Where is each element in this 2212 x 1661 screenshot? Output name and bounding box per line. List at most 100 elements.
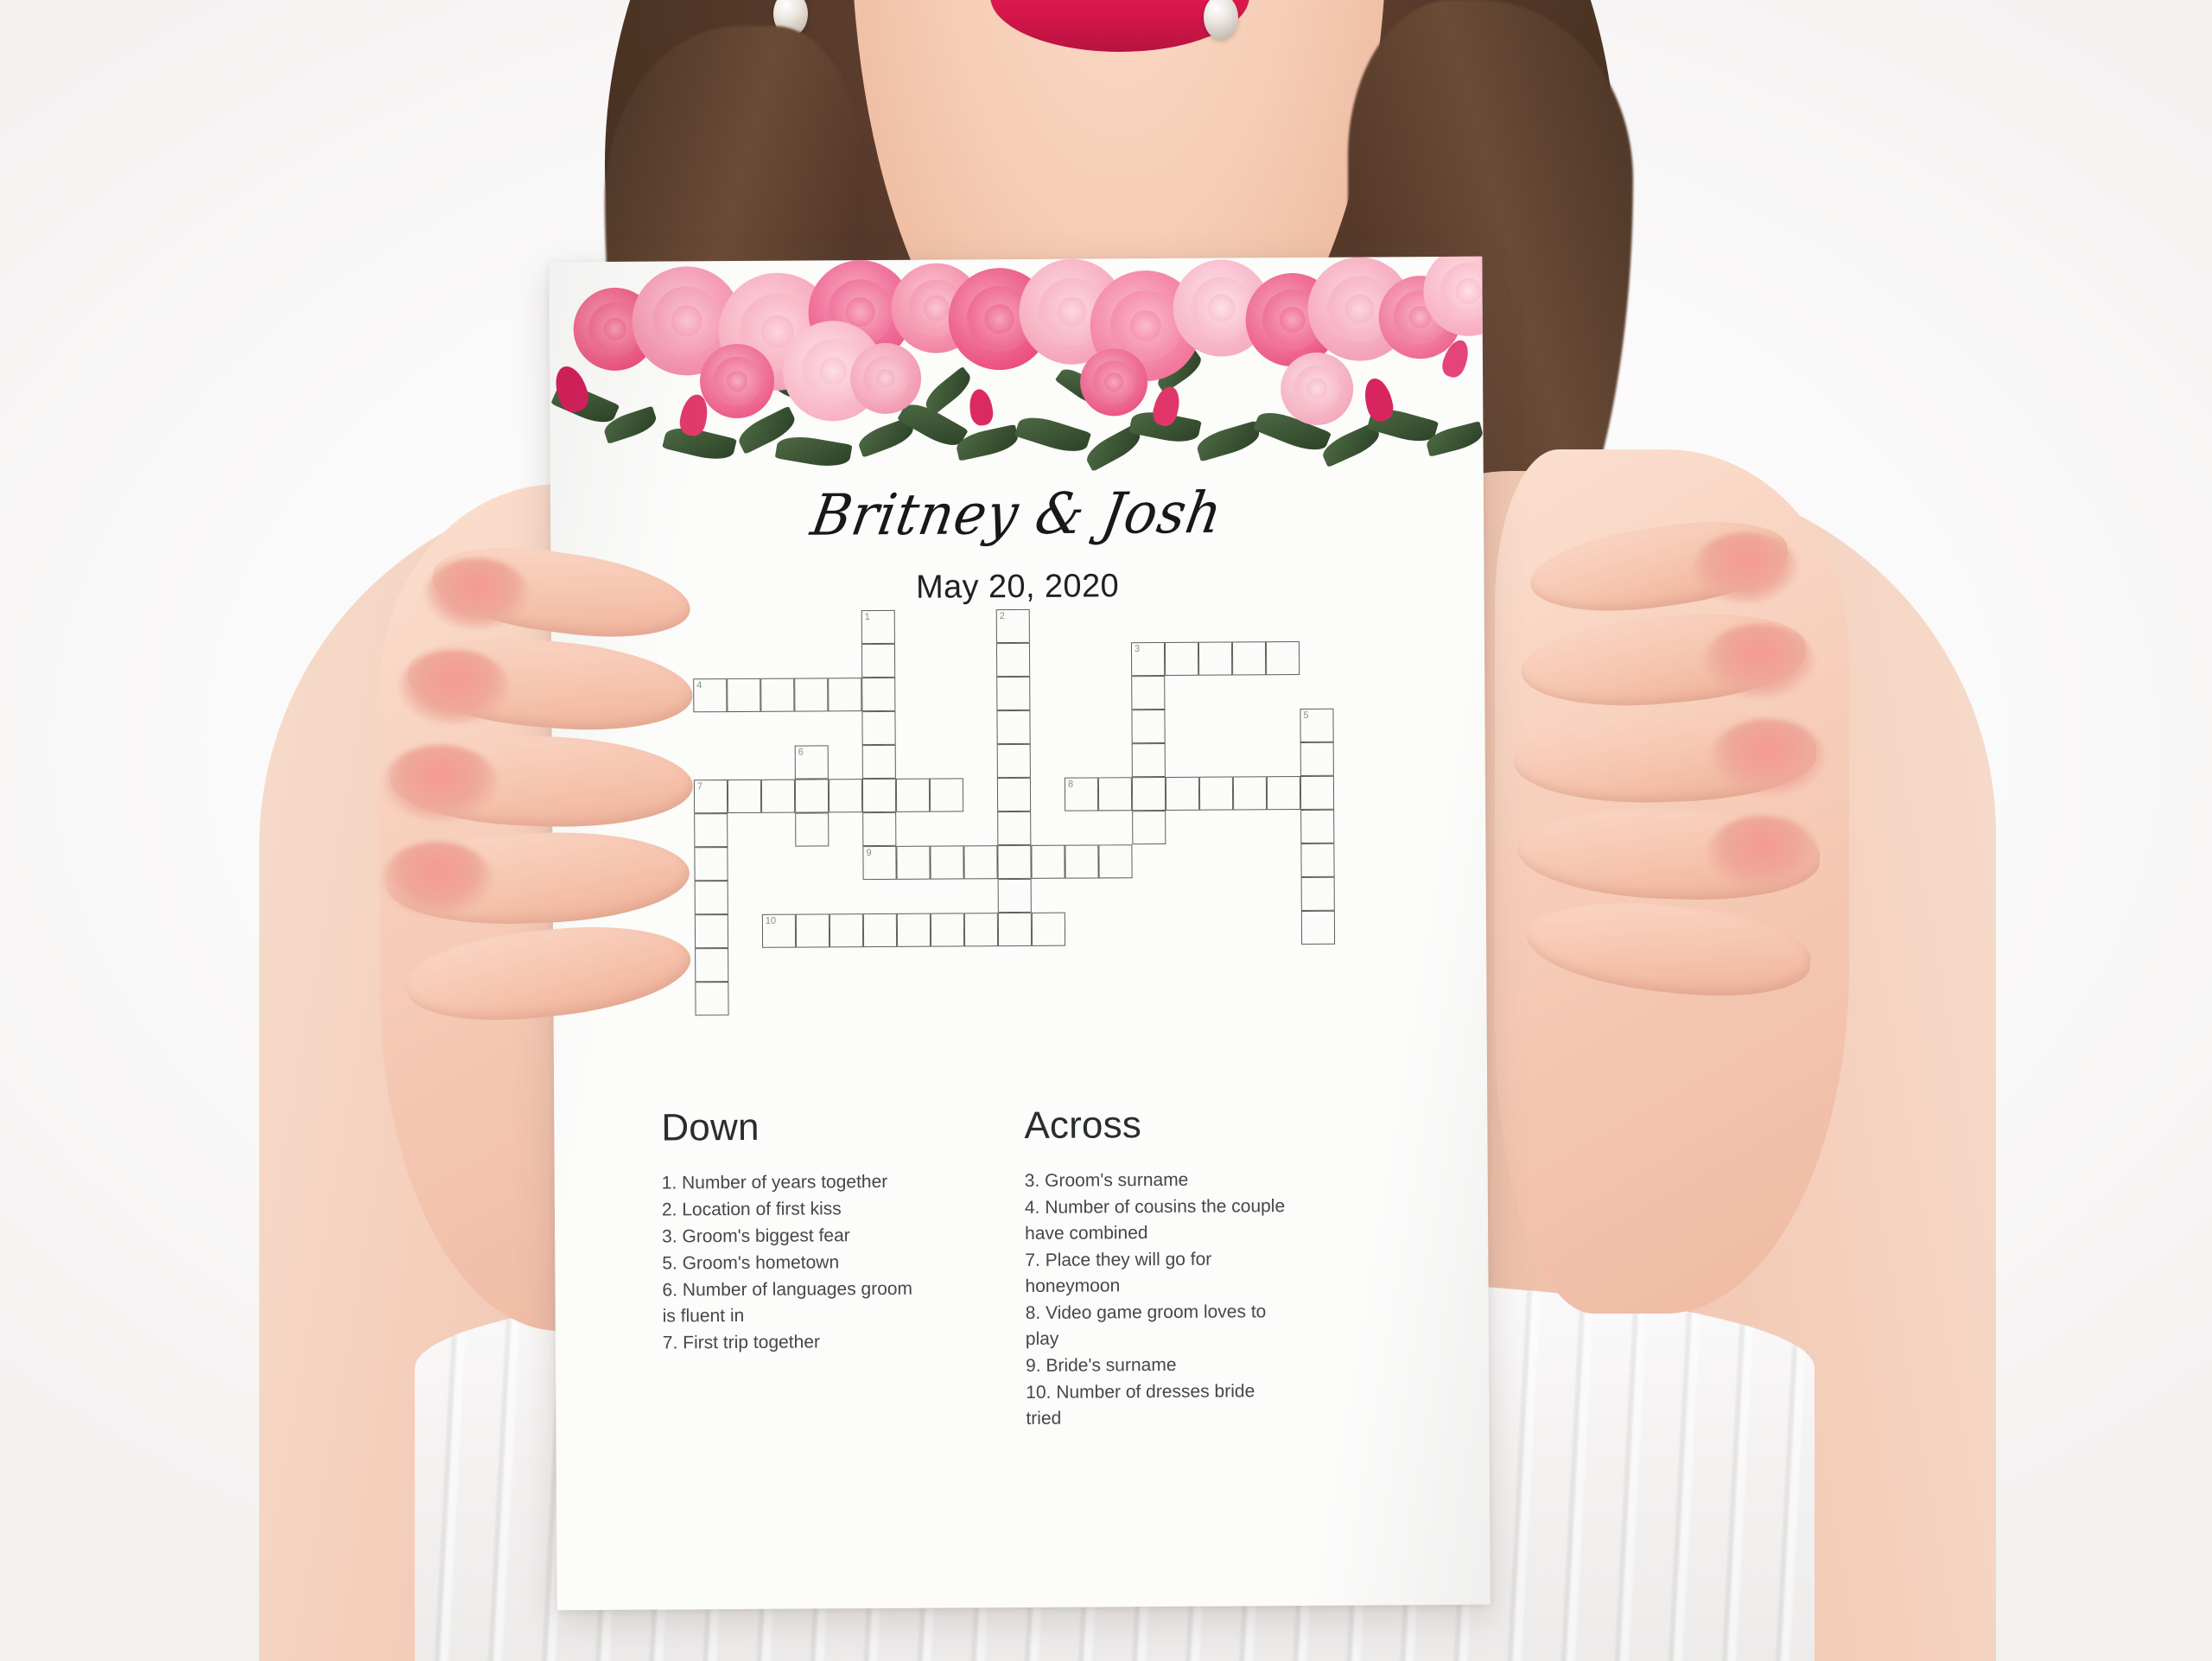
crossword-cell[interactable] xyxy=(1065,844,1099,879)
down-clue-item: 5. Groom's hometown xyxy=(662,1252,840,1274)
wedding-crossword-card[interactable]: Britney & Josh May 20, 2020 1 2 3 4 5 6 7 8 9 10 … xyxy=(549,256,1491,1611)
across-clue-item: 4. Number of cousins the couple have com… xyxy=(1024,1196,1286,1244)
floral-header-artwork xyxy=(549,256,1484,474)
crossword-cell[interactable] xyxy=(895,778,931,812)
fingertip-right-2 xyxy=(1704,624,1815,698)
crossword-cell[interactable] xyxy=(1131,742,1166,778)
crossword-cell[interactable]: 6 xyxy=(794,745,829,780)
crossword-cell-number: 10 xyxy=(765,915,777,926)
crossword-cell[interactable] xyxy=(963,913,999,947)
crossword-cell[interactable] xyxy=(828,779,863,813)
crossword-cell[interactable] xyxy=(997,811,1032,846)
crossword-cell[interactable] xyxy=(995,642,1031,678)
crossword-grid[interactable]: 1 2 3 4 5 6 7 8 9 10 xyxy=(693,608,1336,1016)
crossword-cell[interactable] xyxy=(794,779,830,813)
crossword-cell[interactable] xyxy=(795,913,830,948)
crossword-cell-number: 7 xyxy=(696,781,703,792)
crossword-cell[interactable] xyxy=(861,677,896,712)
crossword-cell[interactable] xyxy=(1031,912,1066,946)
crossword-cell[interactable] xyxy=(861,778,897,813)
leaf-shape xyxy=(1014,410,1092,458)
crossword-cell[interactable] xyxy=(862,913,898,948)
across-clue-item: 10. Number of dresses bride tried xyxy=(1026,1381,1255,1429)
crossword-cell-number: 1 xyxy=(864,612,870,623)
crossword-cell[interactable] xyxy=(930,845,964,880)
crossword-cell[interactable] xyxy=(1300,843,1335,878)
fingertip-left-1 xyxy=(425,558,529,629)
crossword-cell-number: 3 xyxy=(1134,644,1141,655)
crossword-cell[interactable]: 10 xyxy=(761,913,797,948)
fingertip-left-3 xyxy=(384,745,498,821)
crossword-cell[interactable] xyxy=(929,778,964,812)
crossword-cell[interactable] xyxy=(694,881,728,915)
crossword-cell[interactable] xyxy=(996,777,1032,812)
crossword-cell[interactable]: 7 xyxy=(693,780,728,814)
crossword-cell[interactable] xyxy=(896,913,931,947)
crossword-cell[interactable]: 8 xyxy=(1064,777,1099,811)
crossword-cell[interactable] xyxy=(1097,777,1133,811)
crossword-cell[interactable] xyxy=(1265,641,1300,676)
crossword-cell[interactable] xyxy=(861,710,896,746)
crossword-cell[interactable] xyxy=(861,744,896,780)
crossword-cell[interactable] xyxy=(1132,810,1166,845)
crossword-cell[interactable] xyxy=(828,678,862,712)
crossword-cell[interactable] xyxy=(727,779,762,814)
crossword-cell[interactable] xyxy=(930,913,965,947)
down-clue-item: 7. First trip together xyxy=(662,1332,821,1353)
crossword-cell[interactable] xyxy=(794,678,829,712)
crossword-cell[interactable]: 3 xyxy=(1130,641,1166,677)
crossword-cell[interactable]: 4 xyxy=(693,678,728,713)
crossword-cell[interactable] xyxy=(694,813,728,848)
crossword-cell[interactable] xyxy=(694,847,728,881)
crossword-cell[interactable] xyxy=(997,912,1033,947)
crossword-cell[interactable]: 2 xyxy=(995,608,1030,644)
crossword-cell[interactable] xyxy=(1300,809,1335,844)
fingertip-left-4 xyxy=(382,842,493,916)
crossword-cell[interactable] xyxy=(1232,776,1268,811)
crossword-cell[interactable] xyxy=(760,678,795,712)
crossword-cell[interactable] xyxy=(695,982,729,1016)
crossword-cell[interactable] xyxy=(694,914,729,949)
crossword-cell[interactable] xyxy=(963,845,998,880)
crossword-cell[interactable] xyxy=(760,779,796,813)
crossword-cell[interactable] xyxy=(996,710,1031,745)
crossword-cell[interactable] xyxy=(997,844,1032,880)
crossword-cell[interactable] xyxy=(997,878,1032,913)
fingertip-right-1 xyxy=(1694,532,1797,603)
crossword-cell[interactable] xyxy=(1165,776,1200,811)
crossword-cell[interactable] xyxy=(1231,641,1267,676)
couple-names: Britney & Josh xyxy=(806,479,1228,549)
crossword-cell-number: 6 xyxy=(798,747,804,758)
crossword-cell[interactable] xyxy=(1164,641,1199,676)
across-clue-item: 8. Video game groom loves to play xyxy=(1025,1301,1267,1349)
across-clue-item: 7. Place they will go for honeymoon xyxy=(1025,1249,1212,1296)
photo-scene: Britney & Josh May 20, 2020 1 2 3 4 5 6 7 8 9 10 … xyxy=(0,0,2212,1661)
crossword-cell[interactable] xyxy=(996,676,1031,711)
crossword-cell[interactable] xyxy=(1198,776,1234,811)
crossword-cell[interactable] xyxy=(1300,910,1336,945)
across-heading: Across xyxy=(1024,1104,1142,1147)
crossword-cell[interactable]: 1 xyxy=(861,609,895,645)
crossword-cell[interactable] xyxy=(1098,844,1133,879)
crossword-cell[interactable] xyxy=(896,845,931,880)
crossword-cell[interactable] xyxy=(1031,844,1065,879)
crossword-cell[interactable] xyxy=(1131,675,1166,710)
crossword-cell[interactable] xyxy=(727,678,761,713)
crossword-cell[interactable] xyxy=(695,948,729,983)
crossword-cell[interactable] xyxy=(795,812,830,847)
crossword-cell[interactable] xyxy=(1300,876,1335,912)
crossword-cell[interactable]: 9 xyxy=(862,845,897,881)
crossword-cell[interactable]: 5 xyxy=(1300,708,1334,743)
crossword-cell[interactable] xyxy=(1131,776,1166,811)
crossword-cell[interactable] xyxy=(861,643,896,678)
crossword-cell[interactable] xyxy=(996,743,1031,779)
crossword-cell[interactable] xyxy=(829,913,864,948)
crossword-cell[interactable] xyxy=(1300,775,1335,811)
crossword-cell[interactable] xyxy=(1131,709,1166,744)
crossword-cell-number: 2 xyxy=(999,611,1005,622)
across-clues-column: Across 3. Groom's surname 4. Number of co… xyxy=(1024,1103,1294,1433)
crossword-cell[interactable] xyxy=(862,811,897,847)
crossword-cell[interactable] xyxy=(1300,741,1334,777)
crossword-cell[interactable] xyxy=(1266,776,1301,811)
crossword-cell[interactable] xyxy=(1198,641,1233,676)
